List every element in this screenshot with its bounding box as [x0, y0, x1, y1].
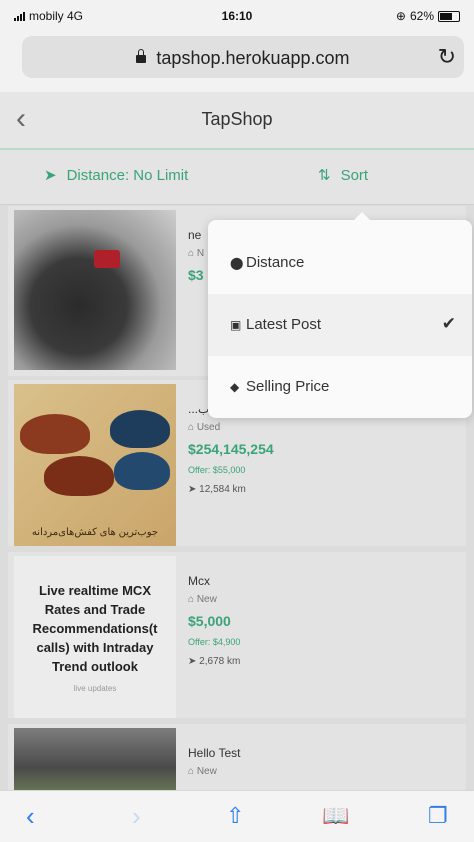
- listing-title: Hello Test: [188, 746, 241, 760]
- sort-icon: ⇅: [318, 167, 331, 184]
- listing-item[interactable]: Live realtime MCX Rates and Trade Recomm…: [8, 552, 466, 718]
- browser-chrome: tapshop.herokuapp.com ↻: [0, 28, 474, 92]
- listing-distance: ➤ 2,678 km: [188, 656, 241, 667]
- back-icon[interactable]: ‹: [26, 801, 35, 832]
- sort-option-selling-price[interactable]: ◆ Selling Price: [208, 356, 472, 418]
- listing-image: Live realtime MCX Rates and Trade Recomm…: [14, 556, 176, 718]
- listing-condition: ⌂ New: [188, 766, 217, 777]
- listing-image: جوب‌ترین های کفش‌های‌مردانه: [14, 384, 176, 546]
- browser-toolbar: ‹ › ⇧ 📖 ❐: [0, 790, 474, 842]
- forward-icon[interactable]: ›: [132, 801, 141, 832]
- address-bar[interactable]: tapshop.herokuapp.com ↻: [22, 36, 464, 78]
- sort-option-latest-post[interactable]: ▣ Latest Post ✔: [208, 294, 472, 356]
- listing-price: $3: [188, 267, 204, 283]
- bookmarks-icon[interactable]: 📖: [322, 803, 349, 829]
- navigation-arrow-icon: ➤: [44, 167, 57, 184]
- listing-title: ne: [188, 228, 202, 242]
- filter-bar: ➤ Distance: No Limit ⇅ Sort: [0, 150, 474, 205]
- listing-condition: ⌂ New: [188, 594, 217, 605]
- sort-button[interactable]: ⇅ Sort: [318, 166, 368, 184]
- listing-price: $5,000: [188, 613, 231, 629]
- checkmark-icon: ✔: [441, 314, 456, 333]
- listing-offer: Offer: $55,000: [188, 465, 246, 475]
- lock-icon: [136, 49, 147, 63]
- sort-option-distance[interactable]: ⬤ Distance: [208, 232, 472, 294]
- listing-price: $254,145,254: [188, 441, 274, 457]
- sort-dropdown: ⬤ Distance ▣ Latest Post ✔ ◆ Selling Price: [208, 212, 472, 418]
- calendar-icon: ▣: [230, 318, 242, 332]
- listing-image: [14, 728, 176, 794]
- share-icon[interactable]: ⇧: [226, 803, 244, 829]
- listing-item[interactable]: Hello Test ⌂ New: [8, 724, 466, 794]
- location-pin-icon: ⬤: [230, 256, 244, 270]
- tabs-icon[interactable]: ❐: [428, 803, 448, 829]
- battery-percent: 62%: [409, 9, 434, 23]
- listing-distance: ➤ 12,584 km: [188, 484, 246, 495]
- battery-icon: [438, 10, 460, 22]
- url-text: tapshop.herokuapp.com: [156, 48, 350, 68]
- listing-title: Mcx: [188, 574, 210, 588]
- battery-status: ⊕ 62%: [396, 9, 460, 23]
- listing-offer: Offer: $4,900: [188, 637, 241, 647]
- image-caption: جوب‌ترین های کفش‌های‌مردانه: [31, 527, 159, 538]
- reload-icon[interactable]: ↻: [438, 44, 456, 70]
- app-header: ‹ TapShop: [0, 92, 474, 150]
- status-bar: mobily 4G 16:10 ⊕ 62%: [0, 0, 474, 28]
- tag-icon: ◆: [230, 380, 240, 394]
- page-title: TapShop: [201, 109, 273, 129]
- distance-filter-button[interactable]: ➤ Distance: No Limit: [44, 166, 188, 184]
- listing-image: [14, 210, 176, 370]
- listing-condition: ⌂ Used: [188, 422, 221, 433]
- listing-condition: ⌂ N: [188, 248, 205, 259]
- orientation-lock-icon: ⊕: [395, 9, 406, 23]
